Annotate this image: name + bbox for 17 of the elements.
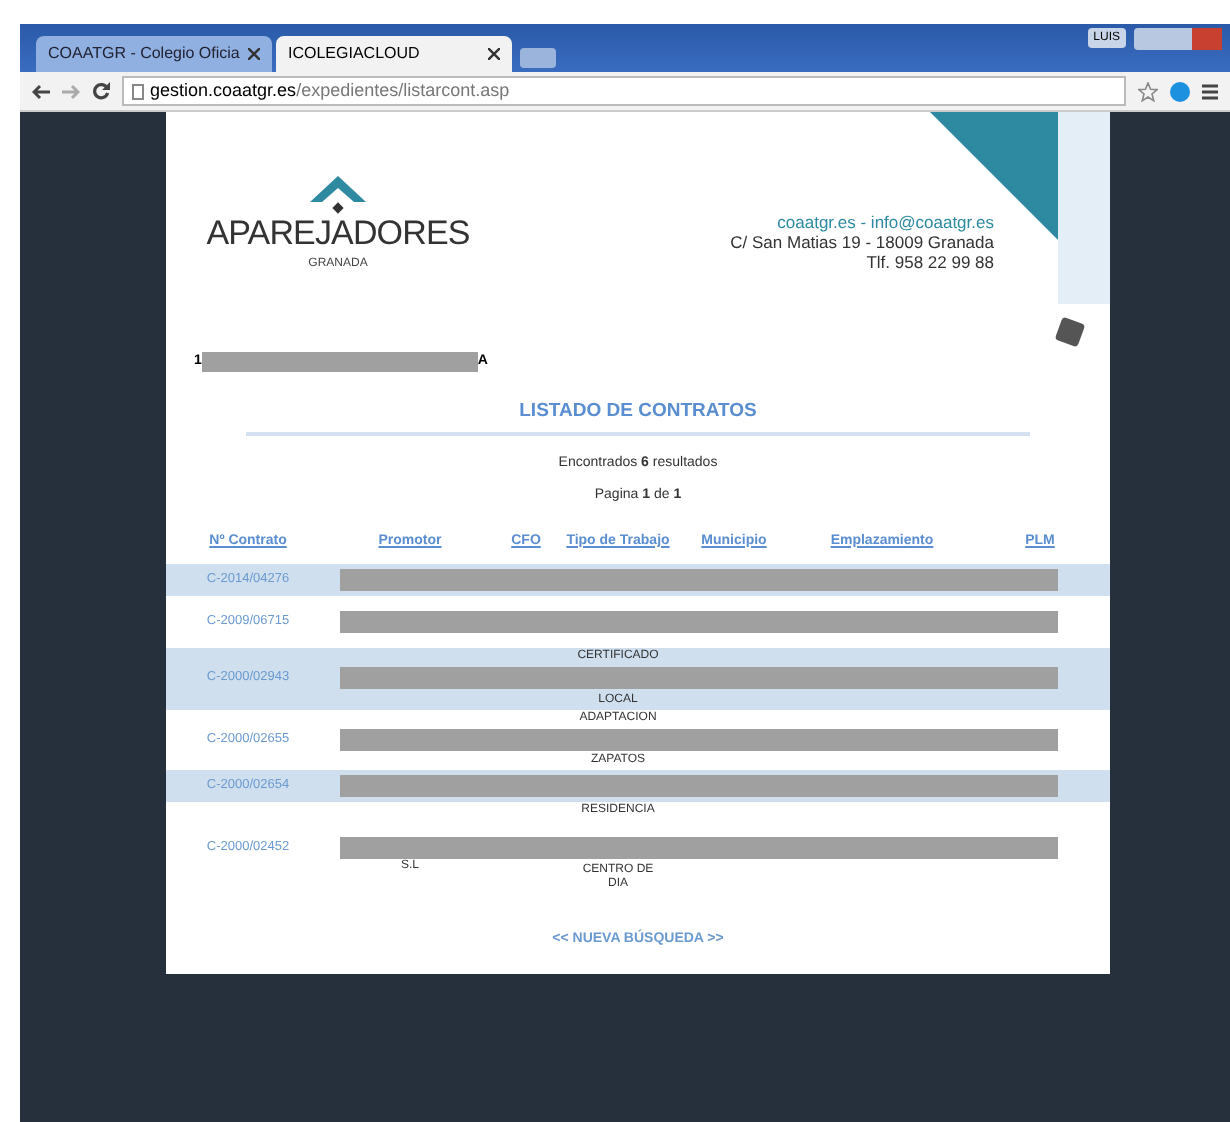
close-icon[interactable] [488,48,500,60]
browser-tab[interactable]: COAATGR - Colegio Oficia [36,36,272,72]
address-text: C/ San Matias 19 - 18009 Granada [730,232,994,252]
reload-icon[interactable] [92,82,110,100]
menu-icon[interactable] [1202,83,1218,99]
star-icon[interactable] [1138,81,1158,101]
contact-links[interactable]: coaatgr.es - info@coaatgr.es [777,212,994,232]
logo-icon [310,176,366,216]
close-icon[interactable] [248,48,260,60]
address-bar[interactable]: gestion.coaatgr.es/expedientes/listarcont.asp [122,76,1126,106]
list-title: LISTADO DE CONTRATOS [517,397,759,425]
logo-title: APAREJADORES [206,216,470,250]
back-arrow-icon[interactable] [32,83,50,99]
phone-text: Tlf. 958 22 99 88 [866,252,994,272]
page-icon [132,83,144,99]
browser-tab[interactable]: ICOLEGIACLOUD [276,36,512,72]
window-controls[interactable] [1134,28,1222,50]
